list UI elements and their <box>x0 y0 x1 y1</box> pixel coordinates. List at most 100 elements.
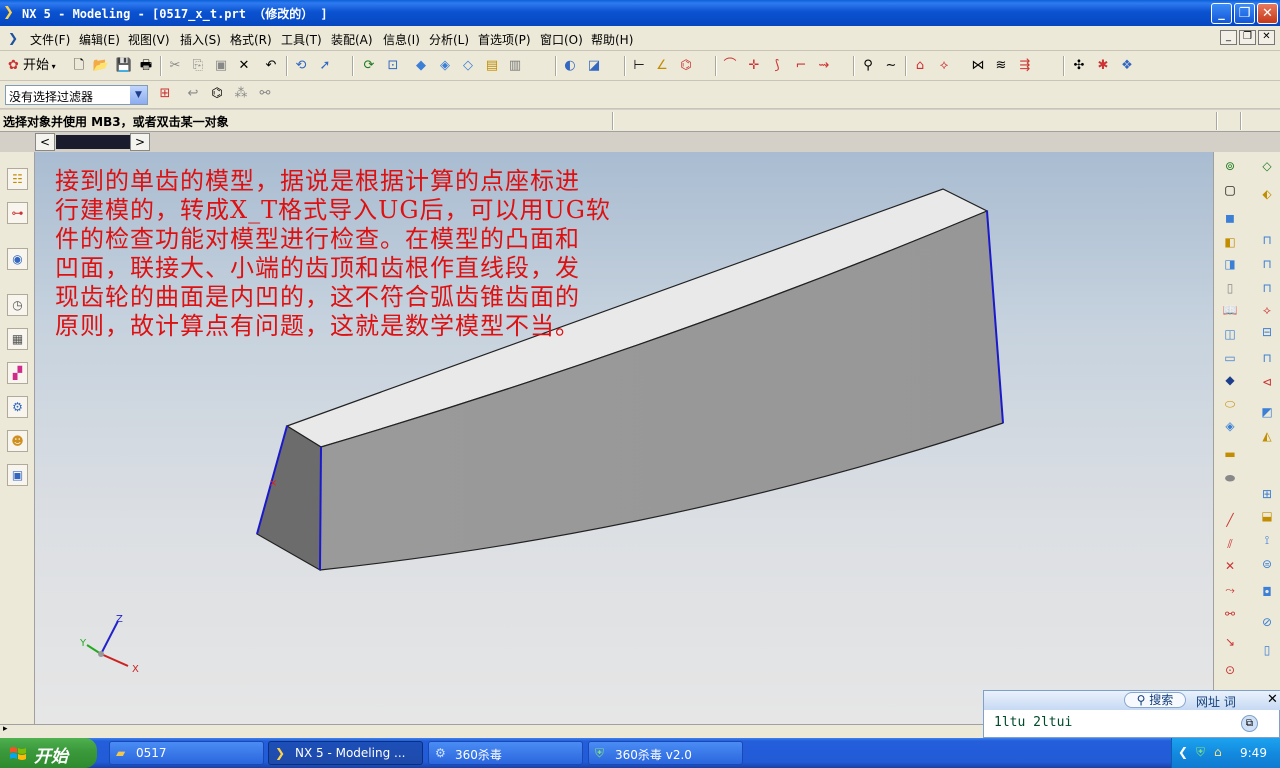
menu-window[interactable]: 窗口(O) <box>540 31 583 48</box>
layer-icon[interactable]: ▥ <box>506 57 524 75</box>
chevron-down-icon[interactable]: ▼ <box>130 86 147 104</box>
minimize-button[interactable]: _ <box>1211 3 1232 24</box>
assembly-navigator-icon[interactable]: ☷ <box>7 168 28 190</box>
tray-shield-icon[interactable]: ⛨ <box>1196 745 1205 760</box>
refresh-icon[interactable]: ⟳ <box>360 57 378 75</box>
print-icon[interactable]: 🖶 <box>137 57 155 75</box>
analysis-toolbar-icon[interactable]: ⊞ <box>1258 486 1276 502</box>
ime-search-button[interactable]: ⚲ 搜索 <box>1124 692 1186 708</box>
intersect-icon[interactable]: ✛ <box>745 57 763 75</box>
through-curves-icon[interactable]: ⬖ <box>1258 186 1276 202</box>
selection-filter-dropdown[interactable]: 没有选择过滤器 ▼ <box>5 85 148 105</box>
ime-candidate-panel[interactable]: ⚲ 搜索 网址 词 ✕ 1ltu 2ltui ⧉ <box>983 690 1280 738</box>
reuse-library-icon[interactable]: ▦ <box>7 328 28 350</box>
constraint-navigator-icon[interactable]: ⊶ <box>7 202 28 224</box>
shaded-view-icon[interactable]: ◆ <box>412 57 430 75</box>
curve-icon[interactable]: ⌒ <box>721 57 739 75</box>
mdi-restore-button[interactable]: ❐ <box>1239 30 1256 45</box>
quick-pick-icon[interactable]: ⌬ <box>208 85 226 103</box>
open-folder-icon[interactable]: 📂 <box>92 57 110 75</box>
hole-icon[interactable]: ▭ <box>1221 350 1239 366</box>
view-orient-icon[interactable]: ◪ <box>585 57 603 75</box>
line-icon[interactable]: ╱ <box>1221 512 1239 528</box>
menu-assemblies[interactable]: 装配(A) <box>331 31 373 48</box>
fillet-curve-icon[interactable]: ↘ <box>1221 634 1239 650</box>
pocket-icon[interactable]: ⬭ <box>1221 396 1239 412</box>
project-icon[interactable]: ⇶ <box>1016 57 1034 75</box>
revolve-icon[interactable]: ◫ <box>1221 326 1239 342</box>
arc-icon[interactable]: ⤳ <box>1221 582 1239 598</box>
analysis-icon[interactable]: ⌬ <box>677 57 695 75</box>
unite-icon[interactable]: ⟟ <box>1258 532 1276 548</box>
tray-expand-icon[interactable]: ❮ <box>1178 745 1188 759</box>
menu-edit[interactable]: 编辑(E) <box>79 31 120 48</box>
trim-icon[interactable]: ⟆ <box>768 57 786 75</box>
menu-preferences[interactable]: 首选项(P) <box>478 31 531 48</box>
datum-toolbar-icon[interactable]: ▢ <box>1221 182 1239 198</box>
edge-blend-icon[interactable]: ⊲ <box>1258 374 1276 390</box>
close-button[interactable]: ✕ <box>1257 3 1278 24</box>
surface-icon[interactable]: ◇ <box>1258 158 1276 174</box>
sphere-icon[interactable]: ▯ <box>1221 280 1239 296</box>
select-tool-icon[interactable]: ➚ <box>316 57 334 75</box>
taskbar-item-folder[interactable]: ▰ 0517 <box>109 741 264 765</box>
measure-distance-icon[interactable]: ⊢ <box>630 57 648 75</box>
history-icon[interactable]: ◷ <box>7 294 28 316</box>
taskbar-item-nx[interactable]: ❯ NX 5 - Modeling ... <box>268 741 423 765</box>
mdi-close-button[interactable]: ✕ <box>1258 30 1275 45</box>
tab-scroll-left-button[interactable]: < <box>35 133 55 151</box>
roles-icon[interactable]: ☻ <box>7 430 28 452</box>
mirror-body-icon[interactable]: ▯ <box>1258 642 1276 658</box>
point-icon[interactable]: ⚲ <box>859 57 877 75</box>
pattern-icon[interactable]: ⊘ <box>1258 614 1276 630</box>
pad-icon[interactable]: ◈ <box>1221 418 1239 434</box>
n-sided-icon[interactable]: ⊓ <box>1258 280 1276 296</box>
offset-surface-icon[interactable]: ⊟ <box>1258 324 1276 340</box>
corner-icon[interactable]: ⌐ <box>792 57 810 75</box>
menu-format[interactable]: 格式(R) <box>230 31 272 48</box>
delete-icon[interactable]: ✕ <box>235 57 253 75</box>
snap-icon[interactable]: ✣ <box>1070 57 1088 75</box>
tab-document[interactable] <box>56 135 130 149</box>
cross-lines-icon[interactable]: ✕ <box>1221 558 1239 574</box>
sketch-icon[interactable]: ⌂ <box>911 57 929 75</box>
menu-view[interactable]: 视图(V) <box>128 31 170 48</box>
extrude-icon[interactable]: 📖 <box>1221 302 1239 318</box>
mdi-minimize-button[interactable]: _ <box>1220 30 1237 45</box>
subtract-icon[interactable]: ⊜ <box>1258 556 1276 572</box>
draft-icon[interactable]: ⬓ <box>1258 508 1276 524</box>
measure-angle-icon[interactable]: ∠ <box>653 57 671 75</box>
part-navigator-icon-left[interactable]: ◉ <box>7 248 28 270</box>
process-studio-icon[interactable]: ⚙ <box>7 396 28 418</box>
fit-view-icon[interactable]: ⊡ <box>384 57 402 75</box>
system-scene-icon[interactable]: ▣ <box>7 464 28 486</box>
spline-icon[interactable]: ∼ <box>882 57 900 75</box>
blend-icon[interactable]: ⟡ <box>1258 302 1276 318</box>
menu-help[interactable]: 帮助(H) <box>591 31 633 48</box>
shaded-edges-icon[interactable]: ◈ <box>436 57 454 75</box>
block-icon[interactable]: ◼ <box>1221 210 1239 226</box>
undo-icon[interactable]: ↶ <box>262 57 280 75</box>
new-file-icon[interactable]: 🗋 <box>70 57 88 75</box>
graphics-window[interactable]: × Z Y X 接到的单齿的模型，据说是根据计算的点座标进 行建模的，转成X_T… <box>35 152 1213 724</box>
slot-icon[interactable]: ▬ <box>1221 446 1239 462</box>
offset-icon[interactable]: ≋ <box>992 57 1010 75</box>
copy-icon[interactable]: ⎘ <box>189 57 207 75</box>
menu-file[interactable]: 文件(F) <box>30 31 70 48</box>
ime-nav-label[interactable]: 网址 词 <box>1196 693 1236 710</box>
deselect-icon[interactable]: ↩ <box>184 85 202 103</box>
trim-sheet-icon[interactable]: ⊓ <box>1258 350 1276 366</box>
parallel-lines-icon[interactable]: ⫽ <box>1221 536 1239 552</box>
cut-icon[interactable]: ✂ <box>166 57 184 75</box>
repeat-command-icon[interactable]: ⟲ <box>292 57 310 75</box>
palette-icon[interactable]: ▞ <box>7 362 28 384</box>
ime-copy-icon[interactable]: ⧉ <box>1241 715 1258 732</box>
paste-icon[interactable]: ▣ <box>212 57 230 75</box>
constraint-icon[interactable]: ⟡ <box>935 57 953 75</box>
part-navigator-icon[interactable]: ◐ <box>561 57 579 75</box>
menu-information[interactable]: 信息(I) <box>383 31 420 48</box>
start-button[interactable]: 开始 <box>0 738 97 768</box>
feature-icon[interactable]: ✱ <box>1094 57 1112 75</box>
start-menu-button[interactable]: ✿ 开始 ▾ <box>8 57 68 75</box>
taskbar-item-antivirus[interactable]: ⚙ 360杀毒 <box>428 741 583 765</box>
